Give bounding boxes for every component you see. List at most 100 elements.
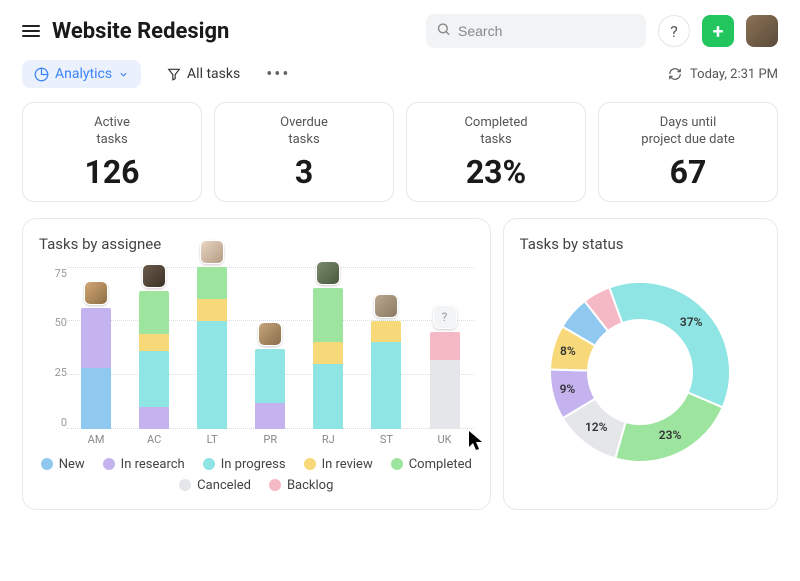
- swatch-icon: [179, 479, 191, 491]
- kpi-value: 67: [609, 153, 767, 191]
- plus-icon: +: [713, 19, 724, 43]
- header: Website Redesign ? +: [22, 14, 778, 48]
- bar-segment-in_progress: [255, 349, 285, 403]
- assignee-avatar[interactable]: [258, 322, 282, 346]
- donut-chart: 37% 23% 12% 9% 8%: [535, 267, 745, 477]
- x-label: LT: [207, 433, 218, 447]
- legend-item-in_progress[interactable]: In progress: [203, 457, 286, 472]
- y-tick: 75: [55, 267, 67, 280]
- y-tick: 50: [55, 316, 67, 329]
- kpi-value: 23%: [417, 153, 575, 191]
- donut-label-completed: 23%: [659, 428, 682, 442]
- bar-segment-completed: [197, 267, 227, 299]
- bar-segment-in_progress: [197, 321, 227, 429]
- assignee-avatar[interactable]: [316, 261, 340, 285]
- help-icon: ?: [670, 22, 678, 41]
- assignee-avatar[interactable]: [200, 240, 224, 264]
- search-field[interactable]: [426, 14, 646, 48]
- x-label: AC: [147, 433, 161, 447]
- bar-segment-in_progress: [371, 342, 401, 428]
- bar-col-ST: ST: [362, 294, 410, 447]
- bar-segment-in_review: [139, 334, 169, 351]
- search-input[interactable]: [426, 14, 646, 48]
- user-avatar[interactable]: [746, 15, 778, 47]
- legend-item-backlog[interactable]: Backlog: [269, 478, 333, 493]
- assignee-avatar[interactable]: ?: [433, 305, 457, 329]
- kpi-value: 3: [225, 153, 383, 191]
- page-title: Website Redesign: [52, 19, 229, 44]
- swatch-icon: [103, 458, 115, 470]
- kpi-label: Overdue tasks: [225, 115, 383, 149]
- assignee-avatar[interactable]: [374, 294, 398, 318]
- bar-segment-in_review: [313, 342, 343, 364]
- bar-col-PR: PR: [246, 322, 294, 447]
- kpi-row: Active tasks 126 Overdue tasks 3 Complet…: [22, 102, 778, 202]
- assignee-avatar[interactable]: [84, 281, 108, 305]
- legend-item-in_research[interactable]: In research: [103, 457, 185, 472]
- bar-col-UK: ? UK: [421, 305, 469, 447]
- bar-segment-completed: [139, 291, 169, 334]
- analytics-label: Analytics: [55, 66, 112, 82]
- swatch-icon: [304, 458, 316, 470]
- bar-segment-in_progress: [139, 351, 169, 407]
- bar-col-AC: AC: [130, 264, 178, 447]
- bar-segment-in_research: [139, 407, 169, 429]
- kpi-label: Completed tasks: [417, 115, 575, 149]
- plot-area: AM AC LT PR RJ ST? UK: [67, 267, 474, 447]
- legend-item-canceled[interactable]: Canceled: [179, 478, 251, 493]
- x-label: RJ: [322, 433, 335, 447]
- refresh-time-text: Today, 2:31 PM: [690, 67, 778, 82]
- donut-slice-in_progress: [609, 282, 730, 407]
- donut-label-in_progress: 37%: [680, 315, 703, 329]
- legend-item-in_review[interactable]: In review: [304, 457, 373, 472]
- analytics-dropdown[interactable]: Analytics: [22, 60, 141, 88]
- last-refresh[interactable]: Today, 2:31 PM: [668, 67, 778, 82]
- add-button[interactable]: +: [702, 15, 734, 47]
- legend: New In research In progress In review Comple…: [39, 457, 474, 493]
- help-button[interactable]: ?: [658, 15, 690, 47]
- bar-segment-canceled: [430, 360, 460, 429]
- charts-row: Tasks by assignee 75 50 25 0 AMACLTPRRJS…: [22, 218, 778, 510]
- legend-label: Completed: [409, 457, 472, 472]
- search-icon: [436, 22, 451, 41]
- bar-segment-in_review: [197, 299, 227, 321]
- bar-segment-in_review: [371, 321, 401, 343]
- bar-segment-in_progress: [313, 364, 343, 429]
- x-label: ST: [380, 433, 393, 447]
- filter-icon: [167, 67, 181, 81]
- donut-label-in_research: 9%: [560, 382, 576, 396]
- kpi-label: Active tasks: [33, 115, 191, 149]
- bar-col-RJ: RJ: [304, 261, 352, 446]
- bar-segment-backlog: [430, 332, 460, 360]
- swatch-icon: [203, 458, 215, 470]
- menu-icon[interactable]: [22, 25, 40, 37]
- legend-label: In progress: [221, 457, 286, 472]
- legend-label: Backlog: [287, 478, 333, 493]
- tasks-by-status-card: Tasks by status 37% 23% 12% 9% 8%: [503, 218, 778, 510]
- x-label: UK: [437, 433, 451, 447]
- bar-segment-new: [81, 368, 111, 428]
- bar-col-AM: AM: [72, 281, 120, 447]
- donut-label-in_review: 8%: [560, 344, 576, 358]
- kpi-overdue-tasks: Overdue tasks 3: [214, 102, 394, 202]
- legend-label: In research: [121, 457, 185, 472]
- y-tick: 25: [55, 366, 67, 379]
- all-tasks-label: All tasks: [187, 66, 240, 82]
- legend-item-new[interactable]: New: [41, 457, 85, 472]
- kpi-active-tasks: Active tasks 126: [22, 102, 202, 202]
- refresh-icon: [668, 67, 682, 81]
- bar-segment-in_research: [81, 308, 111, 368]
- kpi-label: Days until project due date: [609, 115, 767, 149]
- donut-label-canceled: 12%: [585, 420, 608, 434]
- all-tasks-filter[interactable]: All tasks: [155, 60, 252, 88]
- swatch-icon: [269, 479, 281, 491]
- chevron-down-icon: [118, 69, 129, 80]
- legend-item-completed[interactable]: Completed: [391, 457, 472, 472]
- bar-segment-in_research: [255, 403, 285, 429]
- x-label: AM: [88, 433, 105, 447]
- assignee-avatar[interactable]: [142, 264, 166, 288]
- more-menu[interactable]: •••: [266, 64, 290, 85]
- kpi-days-until-due: Days until project due date 67: [598, 102, 778, 202]
- card-title: Tasks by status: [520, 235, 761, 253]
- legend-label: New: [59, 457, 85, 472]
